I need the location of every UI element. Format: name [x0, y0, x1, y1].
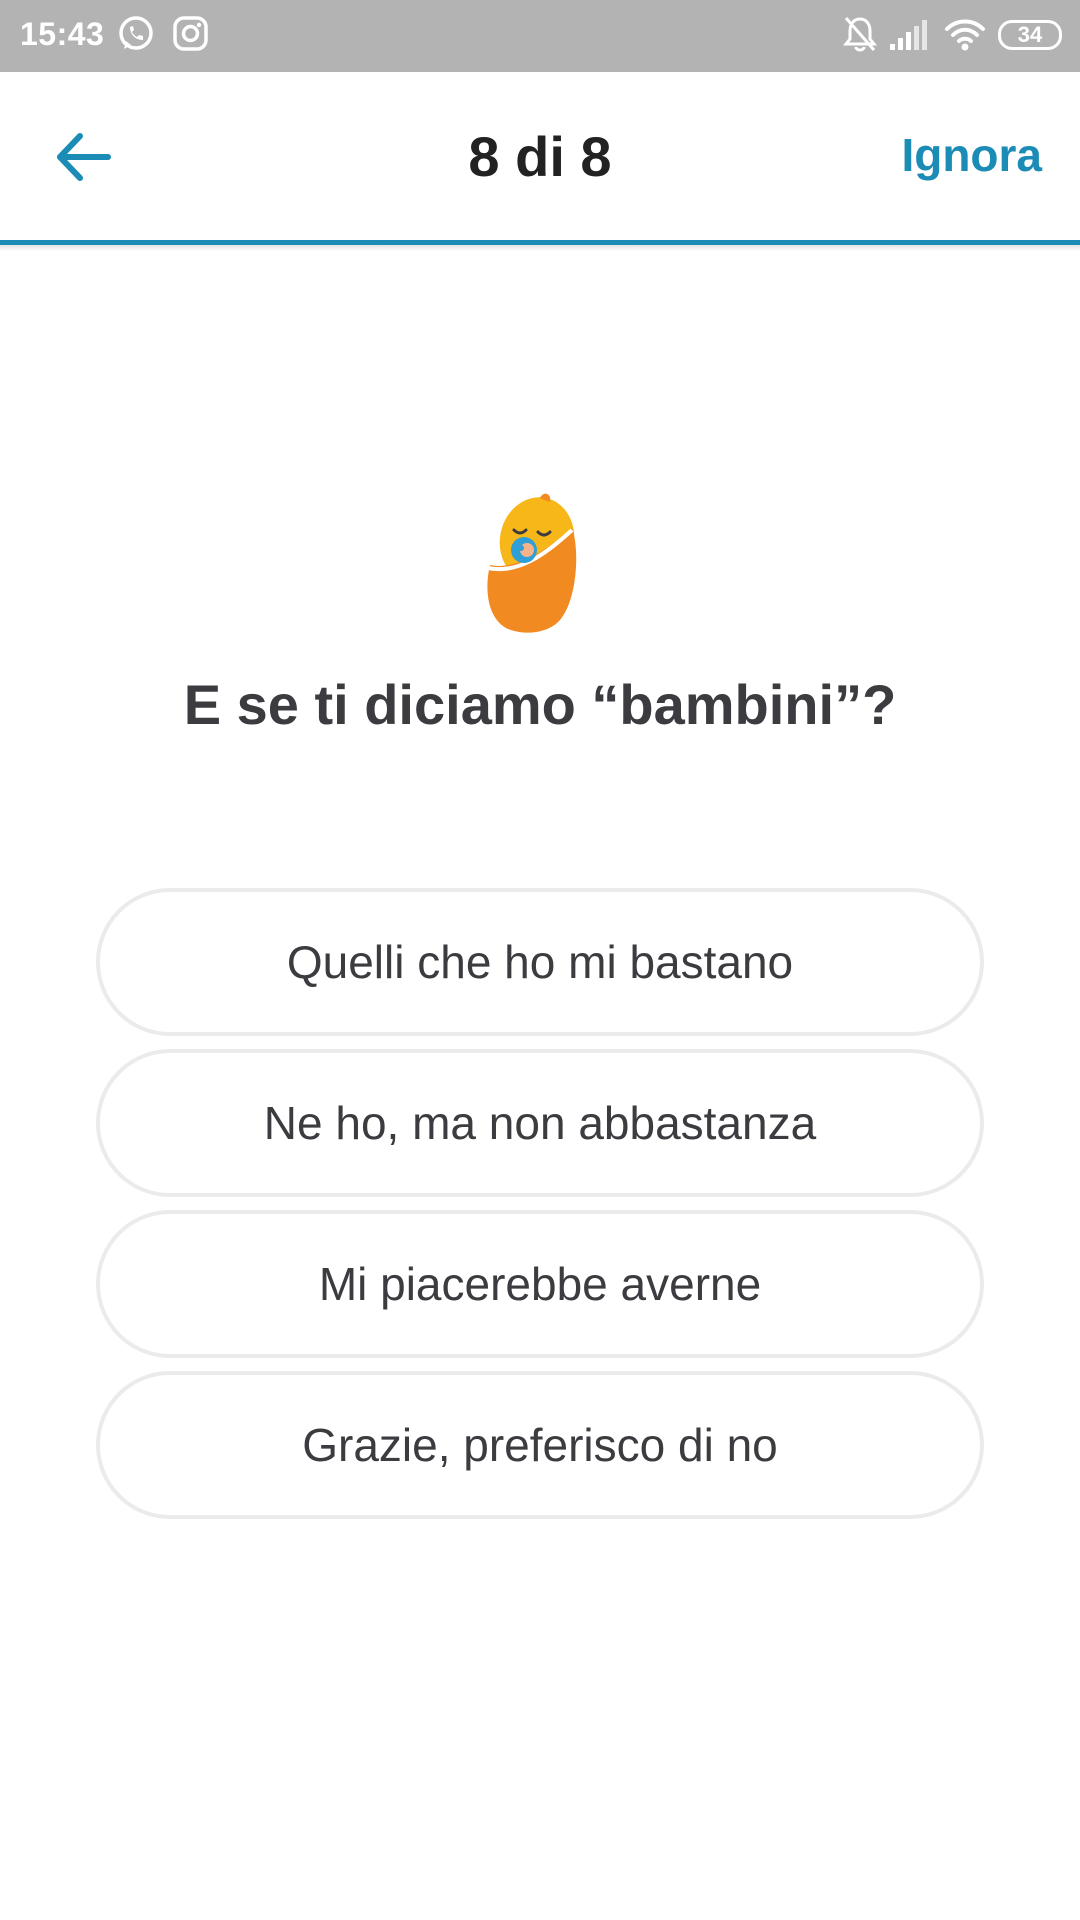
option-button[interactable]: Mi piacerebbe averne: [96, 1210, 984, 1358]
option-label: Ne ho, ma non abbastanza: [263, 1097, 817, 1149]
option-label: Grazie, preferisco di no: [302, 1419, 778, 1471]
top-bar: 8 di 8 Ignora: [0, 72, 1080, 242]
instagram-icon: [173, 16, 208, 51]
option-button[interactable]: Ne ho, ma non abbastanza: [96, 1049, 984, 1197]
question-title: E se ti diciamo “bambini”?: [183, 673, 897, 736]
option-button[interactable]: Grazie, preferisco di no: [96, 1371, 984, 1519]
option-button[interactable]: Quelli che ho mi bastano: [96, 888, 984, 1036]
option-label: Quelli che ho mi bastano: [286, 936, 794, 988]
wifi-icon: [945, 19, 985, 51]
signal-icon: [890, 20, 927, 50]
header-divider: [0, 245, 1080, 251]
option-label: Mi piacerebbe averne: [318, 1258, 762, 1310]
skip-button[interactable]: Ignora: [901, 128, 1042, 182]
battery-icon: 34: [998, 20, 1062, 50]
swaddled-baby-icon: [487, 493, 577, 633]
bell-muted-icon: [842, 17, 878, 52]
battery-level: 34: [1017, 22, 1043, 47]
answer-options: Quelli che ho mi bastano Ne ho, ma non a…: [96, 888, 984, 1532]
status-time: 15:43: [20, 16, 105, 52]
status-bar: 15:43 34: [0, 0, 1080, 72]
whatsapp-icon: [119, 16, 153, 50]
